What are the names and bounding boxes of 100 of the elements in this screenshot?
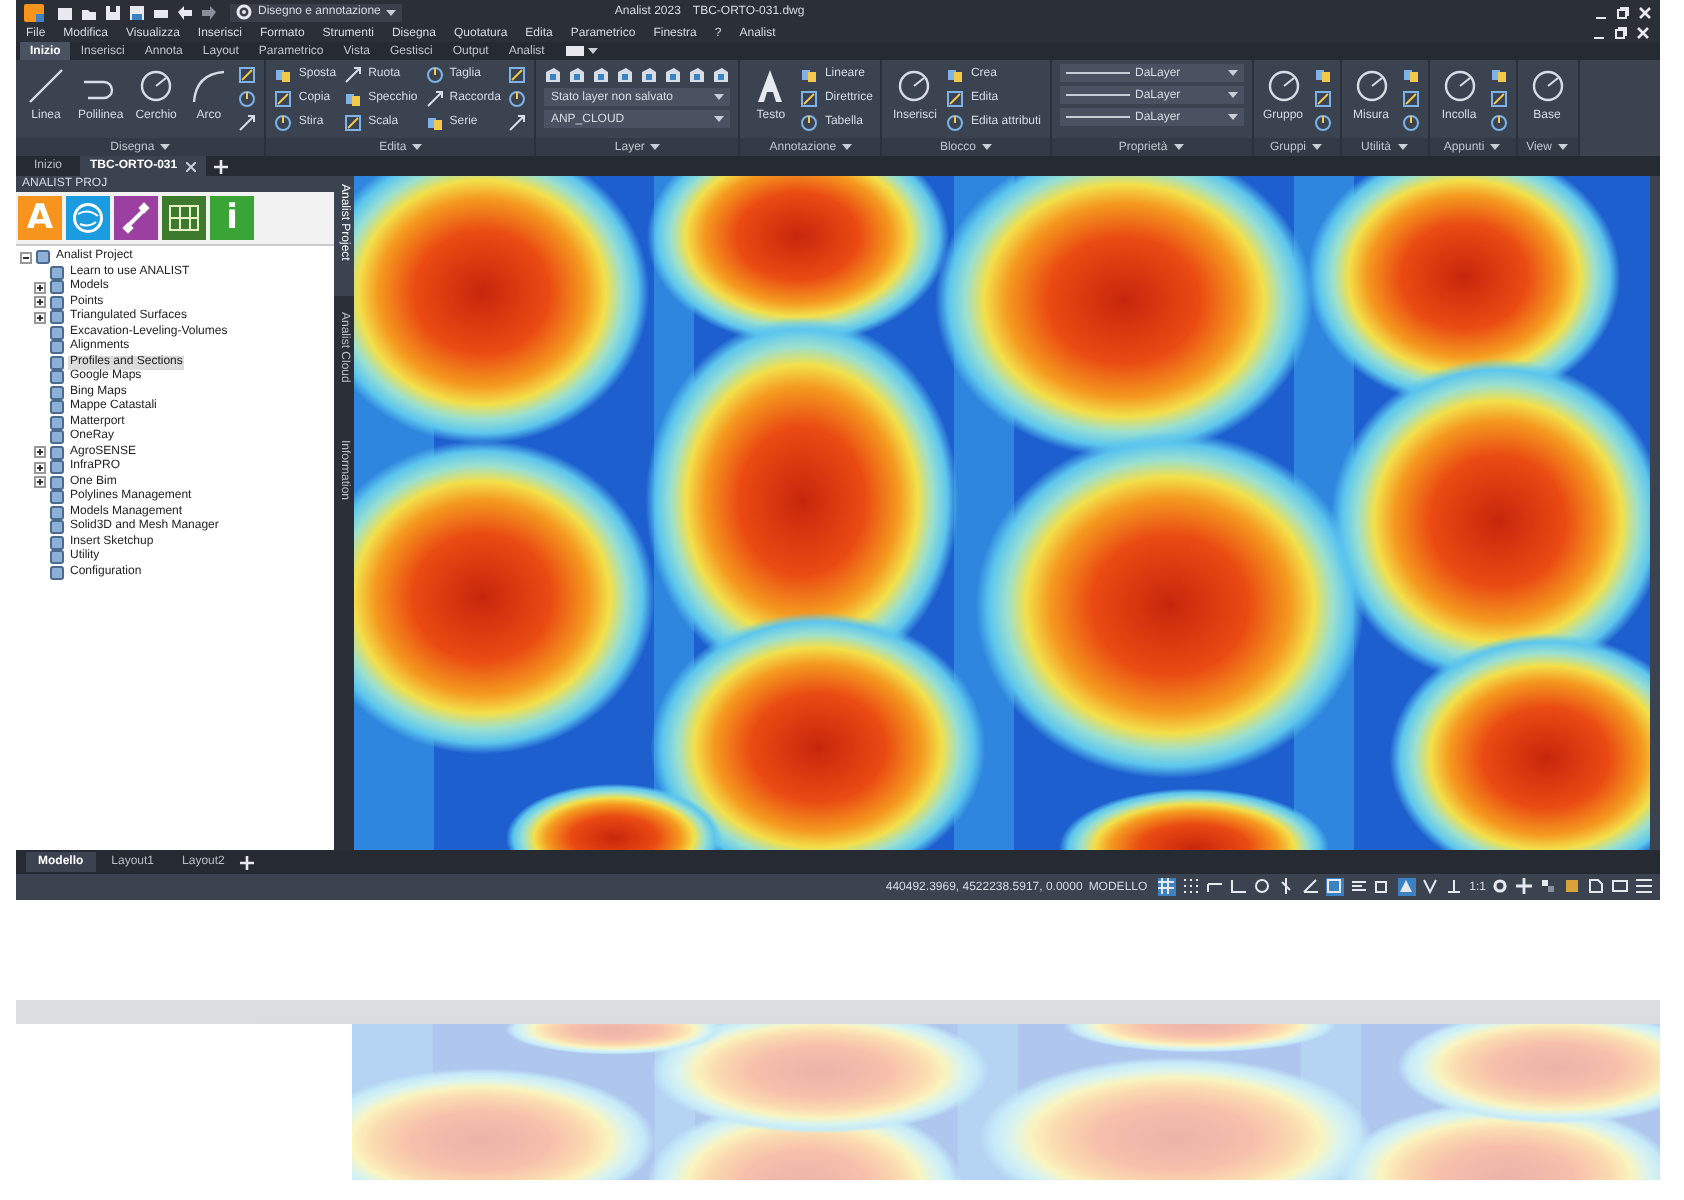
caret-icon [1227,92,1237,98]
caret-icon [714,94,725,100]
status-toggle-icon[interactable] [1253,878,1272,896]
tool-icon [1527,66,1568,106]
layer-tool-icon[interactable] [592,65,611,83]
tool-icon [1401,114,1420,132]
expand-toggle[interactable] [20,251,32,264]
caret-icon [981,144,992,150]
caret-icon [1490,144,1501,150]
tool-icon [800,113,819,131]
tool-icon [1439,66,1480,106]
add-layout-icon[interactable] [240,855,255,869]
restore-icon[interactable] [1614,26,1628,40]
tool-icon [274,65,293,83]
tool-icon [946,113,965,131]
grid-icon [166,200,202,236]
tool-icon [1489,90,1508,108]
status-toggle-icon[interactable] [1181,878,1200,896]
new-file-icon[interactable] [56,3,74,21]
status-toggle-icon[interactable] [1325,878,1344,896]
restore-icon[interactable] [1616,5,1630,19]
expand-toggle[interactable] [34,311,46,324]
app-launcher-button[interactable] [66,196,110,240]
tool-icon [274,89,293,107]
layer-tool-icon[interactable] [616,65,635,83]
save-icon[interactable] [104,3,122,21]
tool-icon [425,65,444,83]
caret-icon [714,116,725,122]
layer-tool-icon[interactable] [640,65,659,83]
gear-icon[interactable] [1492,878,1510,896]
add-tab-icon[interactable] [213,159,228,173]
caret-icon [1227,114,1237,120]
expand-toggle[interactable] [34,281,46,294]
status-toggle-icon[interactable] [1277,878,1296,896]
status-toggle-icon[interactable] [1397,878,1416,896]
tool-icon [1313,90,1332,108]
close-icon[interactable] [185,161,196,171]
tool-icon [508,66,527,84]
tool-icon [1489,66,1508,84]
page-icon[interactable] [1588,878,1606,896]
caret-icon [1227,70,1237,76]
tool-icon [425,89,444,107]
caret-icon [160,144,171,150]
layer-tool-icon[interactable] [568,65,587,83]
app-launcher-button[interactable] [114,196,158,240]
expand-toggle[interactable] [34,446,46,459]
status-toggle-icon[interactable] [1421,878,1440,896]
caret-icon [588,48,599,54]
caret-icon [412,144,423,150]
tool-icon [425,113,444,131]
tool-icon [946,65,965,83]
panel-icon [566,46,585,56]
caret-icon [842,144,853,150]
tool-icon [1401,66,1420,84]
gear-icon [236,4,252,20]
tool-icon [238,66,257,84]
save-as-icon[interactable] [128,3,146,21]
status-toggle-icon[interactable] [1301,878,1320,896]
close-icon[interactable] [1638,5,1652,19]
tool-icon [800,65,819,83]
caret-icon [1557,144,1568,150]
expand-toggle[interactable] [34,296,46,309]
redo-icon[interactable] [200,3,218,21]
close-icon[interactable] [1636,26,1650,40]
status-toggle-icon[interactable] [1157,878,1176,896]
tool-icon [894,66,935,106]
app-launcher-button[interactable] [162,196,206,240]
fullscreen-icon[interactable] [1612,878,1630,896]
tool-icon [1489,114,1508,132]
globe-icon [70,200,106,236]
status-toggle-icon[interactable] [1445,878,1464,896]
tool-icon [344,113,363,131]
status-toggle-icon[interactable] [1373,878,1392,896]
plus-icon[interactable] [1516,878,1534,896]
menu-icon[interactable] [1636,878,1654,896]
tool-icon [344,65,363,83]
layer-tool-icon[interactable] [664,65,683,83]
caret-icon [1397,144,1408,150]
tool-icon [1351,66,1392,106]
undo-icon[interactable] [176,3,194,21]
tool-icon [946,89,965,107]
tool-icon [136,66,177,106]
layer-tool-icon[interactable] [688,65,707,83]
tool-icon [1401,90,1420,108]
caret-icon [1312,144,1323,150]
caret-icon [1173,144,1184,150]
expand-toggle[interactable] [34,461,46,474]
layer-tool-icon[interactable] [544,65,563,83]
tool-icon [800,89,819,107]
tool-icon [344,89,363,107]
tool-icon [274,113,293,131]
tool-icon [1313,66,1332,84]
status-toggle-icon[interactable] [1229,878,1248,896]
tool-icon [1263,66,1303,106]
layer-tool-icon[interactable] [712,65,731,83]
tool-icon [508,90,527,108]
caret-icon [650,144,661,150]
status-toggle-icon[interactable] [1205,878,1224,896]
status-toggle-icon[interactable] [1349,878,1368,896]
expand-toggle[interactable] [34,476,46,489]
